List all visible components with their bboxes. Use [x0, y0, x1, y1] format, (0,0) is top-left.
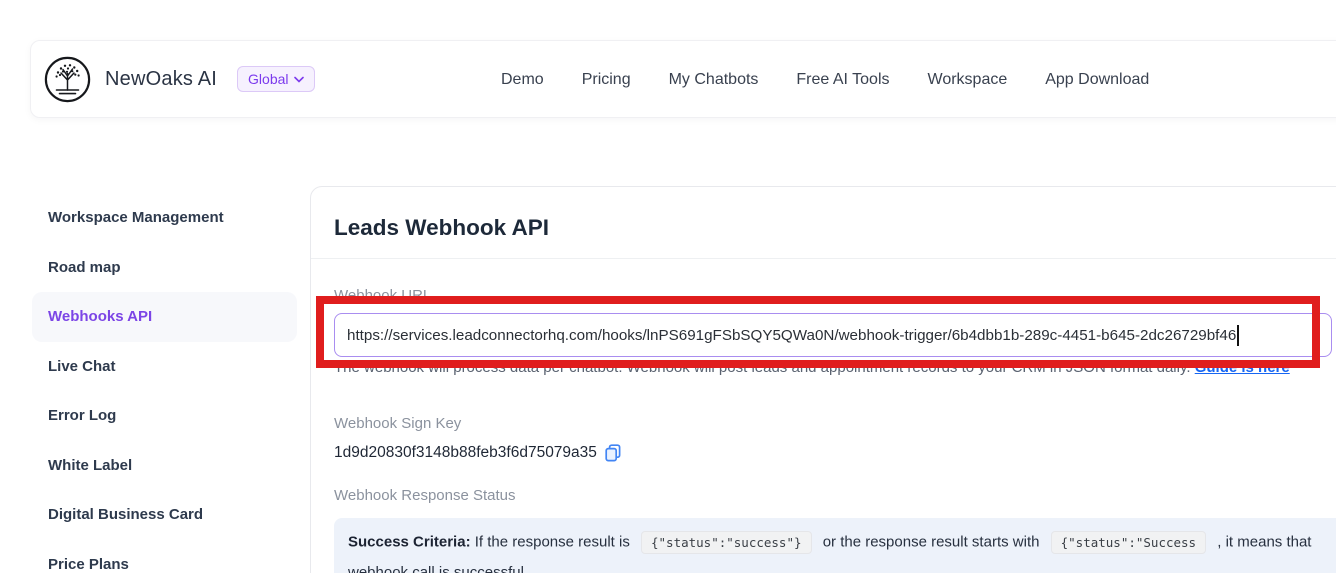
sign-key-label: Webhook Sign Key	[334, 415, 461, 432]
status-success-chip: {"status":"success"}	[641, 531, 812, 554]
nav-item-demo[interactable]: Demo	[501, 71, 544, 89]
sidebar: Workspace Management Road map Webhooks A…	[32, 193, 297, 573]
sidebar-item-white-label[interactable]: White Label	[32, 441, 297, 491]
success-criteria-box: Success Criteria: If the response result…	[334, 518, 1336, 573]
title-divider	[311, 258, 1336, 259]
nav-item-app-download[interactable]: App Download	[1045, 71, 1149, 89]
sign-key-value: 1d9d20830f3148b88feb3f6d75079a35	[334, 444, 597, 462]
sidebar-item-digital-business-card[interactable]: Digital Business Card	[32, 490, 297, 540]
webhook-url-input[interactable]: https://services.leadconnectorhq.com/hoo…	[334, 313, 1332, 357]
success-text-1: If the response result is	[475, 533, 630, 550]
sidebar-item-price-plans[interactable]: Price Plans	[32, 540, 297, 573]
success-criteria-line2: webhook call is successful.	[348, 564, 1336, 573]
main-nav: Demo Pricing My Chatbots Free AI Tools W…	[501, 41, 1149, 119]
brand-name: NewOaks AI	[105, 68, 217, 91]
success-text-2: or the response result starts with	[823, 533, 1040, 550]
webhook-url-value: https://services.leadconnectorhq.com/hoo…	[347, 327, 1236, 344]
nav-item-my-chatbots[interactable]: My Chatbots	[669, 71, 759, 89]
main-panel: Leads Webhook API Webhook URL https://se…	[310, 186, 1336, 573]
webhook-description-text: The webhook will process data per chatbo…	[334, 359, 1191, 376]
response-status-label: Webhook Response Status	[334, 487, 516, 504]
sign-key-row: 1d9d20830f3148b88feb3f6d75079a35	[334, 444, 621, 462]
success-criteria-heading: Success Criteria:	[348, 533, 471, 550]
success-text-3: , it means that	[1217, 533, 1311, 550]
page: NewOaks AI Global Demo Pricing My Chatbo…	[0, 0, 1336, 573]
brand[interactable]: NewOaks AI	[44, 56, 217, 103]
sidebar-item-road-map[interactable]: Road map	[32, 243, 297, 293]
sidebar-item-live-chat[interactable]: Live Chat	[32, 342, 297, 392]
webhook-url-label: Webhook URL	[334, 287, 431, 304]
sidebar-item-workspace-management[interactable]: Workspace Management	[32, 193, 297, 243]
sidebar-item-error-log[interactable]: Error Log	[32, 391, 297, 441]
top-navigation-bar: NewOaks AI Global Demo Pricing My Chatbo…	[30, 40, 1336, 118]
sidebar-item-webhooks-api[interactable]: Webhooks API	[32, 292, 297, 342]
nav-item-pricing[interactable]: Pricing	[582, 71, 631, 89]
nav-item-workspace[interactable]: Workspace	[928, 71, 1008, 89]
webhook-description: The webhook will process data per chatbo…	[334, 359, 1336, 376]
region-selector[interactable]: Global	[237, 66, 314, 92]
region-label: Global	[248, 71, 288, 87]
copy-icon[interactable]	[605, 444, 621, 462]
text-cursor	[1237, 325, 1239, 346]
newoaks-logo-icon	[44, 56, 91, 103]
guide-link[interactable]: Guide is here	[1195, 359, 1290, 376]
page-title: Leads Webhook API	[334, 215, 549, 241]
nav-item-free-ai-tools[interactable]: Free AI Tools	[796, 71, 889, 89]
status-success-prefix-chip: {"status":"Success	[1051, 531, 1206, 554]
chevron-down-icon	[294, 76, 304, 83]
success-criteria-line1: Success Criteria: If the response result…	[348, 531, 1336, 554]
